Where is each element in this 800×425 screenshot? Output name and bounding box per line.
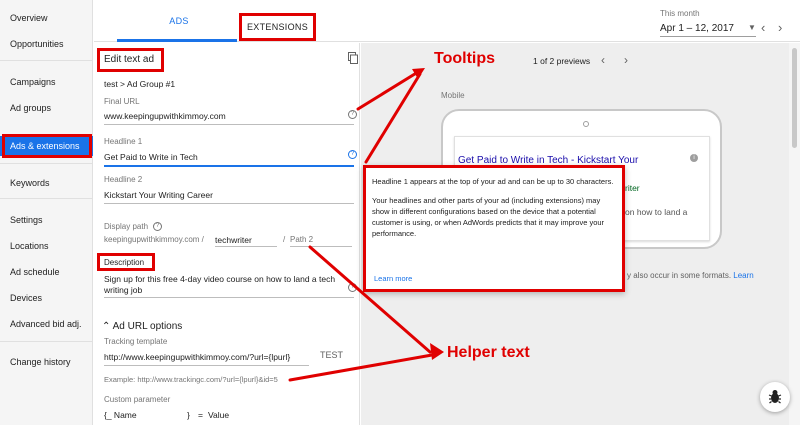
custom-param-equals: = [198,410,203,420]
path-separator: / [283,235,286,244]
custom-param-name-input[interactable]: {_ Name [104,410,137,420]
sidebar-divider [0,60,93,61]
sidebar-item-campaigns[interactable]: Campaigns [0,72,93,92]
field-underline [290,246,352,247]
editor-title: Edit text ad [104,54,155,65]
final-url-label: Final URL [104,97,140,106]
sidebar-item-settings[interactable]: Settings [0,210,93,230]
sidebar-item-overview[interactable]: Overview [0,8,93,28]
preview-note-text: y also occur in some formats. [627,271,732,280]
date-range-label: This month [660,9,700,18]
tooltip-paragraph-2: Your headlines and other parts of your a… [372,196,605,238]
description-line1[interactable]: Sign up for this free 4-day video course… [104,274,335,284]
headline1-input[interactable]: Get Paid to Write in Tech [104,152,198,162]
bug-icon [768,390,782,404]
chevron-left-icon[interactable]: ‹ [761,20,765,35]
help-icon[interactable]: ? [348,150,357,159]
ad-preview-description: on how to land a [625,207,688,217]
description-line2[interactable]: writing job [104,285,142,295]
test-button[interactable]: TEST [320,350,343,360]
preview-note: y also occur in some formats. Learn [627,271,754,280]
help-icon[interactable]: ? [348,283,357,292]
chevron-up-icon: ⌃ [102,321,111,332]
top-bar: ADS EXTENSIONS This month Apr 1 – 12, 20… [94,0,800,42]
field-underline [104,203,354,204]
sidebar-item-devices[interactable]: Devices [0,288,93,308]
headline2-label: Headline 2 [104,175,143,184]
preview-device-label: Mobile [441,91,465,100]
headline-tooltip: Headline 1 appears at the top of your ad… [363,165,625,292]
preview-learn-link[interactable]: Learn [733,271,753,280]
sidebar-item-change-history[interactable]: Change history [0,352,93,372]
headline1-label: Headline 1 [104,137,143,146]
custom-param-close-brace: } [187,410,190,420]
sidebar-divider [0,163,93,164]
sidebar-nav: Overview Opportunities Campaigns Ad grou… [0,0,93,425]
date-range-select[interactable]: Apr 1 – 12, 2017 [660,23,734,34]
scrollbar-thumb[interactable] [792,48,797,148]
tab-active-indicator [117,39,237,42]
tracking-example-helper: Example: http://www.trackingc.com/?url={… [104,375,278,384]
sidebar-divider [0,341,93,342]
ad-editor-panel: Edit text ad test > Ad Group #1 Final UR… [94,43,360,425]
feedback-button[interactable] [760,382,790,412]
custom-parameter-label: Custom parameter [104,395,171,404]
copy-icon[interactable] [348,52,358,64]
preview-counter: 1 of 2 previews [533,56,591,66]
field-underline [215,246,277,247]
sidebar-item-ad-schedule[interactable]: Ad schedule [0,262,93,282]
tooltip-paragraph-1: Headline 1 appears at the top of your ad… [372,177,614,186]
chevron-left-icon[interactable]: ‹ [601,53,605,67]
ad-url-options-toggle[interactable]: ⌃ Ad URL options [102,321,182,332]
tab-ads[interactable]: ADS [134,0,224,42]
field-underline [104,297,354,298]
info-icon[interactable]: i [690,154,698,162]
display-path-base: keepingupwithkimmoy.com / [104,235,204,244]
path1-input[interactable]: techwriter [215,235,252,245]
final-url-input[interactable]: www.keepingupwithkimmoy.com [104,111,226,121]
sidebar-divider [0,198,93,199]
sidebar-item-ad-groups[interactable]: Ad groups [0,98,93,118]
sidebar-item-locations[interactable]: Locations [0,236,93,256]
tooltip-learn-more-link[interactable]: Learn more [374,274,412,283]
sidebar-item-opportunities[interactable]: Opportunities [0,34,93,54]
help-icon[interactable]: ? [153,222,162,231]
highlight-box-ads-extensions [2,134,92,158]
tracking-template-label: Tracking template [104,337,168,346]
sidebar-item-advanced-bid[interactable]: Advanced bid adj. [0,314,93,334]
phone-camera [583,121,589,127]
chevron-right-icon[interactable]: › [624,53,628,67]
field-underline-focused [104,165,354,167]
custom-param-value-input[interactable]: Value [208,410,229,420]
tab-extensions[interactable]: EXTENSIONS [239,13,316,41]
headline2-input[interactable]: Kickstart Your Writing Career [104,190,213,200]
ad-url-options-heading: Ad URL options [112,321,183,332]
display-path-label: Display path [104,222,149,231]
ad-preview-url: riter [625,183,640,193]
sidebar-item-keywords[interactable]: Keywords [0,173,93,193]
annotation-helper-text: Helper text [447,344,530,361]
field-underline [104,365,309,366]
tracking-template-input[interactable]: http://www.keepingupwithkimmoy.com/?url=… [104,352,290,362]
breadcrumb: test > Ad Group #1 [104,79,176,89]
description-label: Description [104,258,145,267]
chevron-right-icon[interactable]: › [778,20,782,35]
date-select-underline [660,36,756,37]
chevron-down-icon[interactable]: ▼ [748,23,756,32]
field-underline [104,124,354,125]
annotation-tooltips: Tooltips [434,50,496,67]
path2-input[interactable]: Path 2 [290,235,313,244]
help-icon[interactable]: ? [348,110,357,119]
